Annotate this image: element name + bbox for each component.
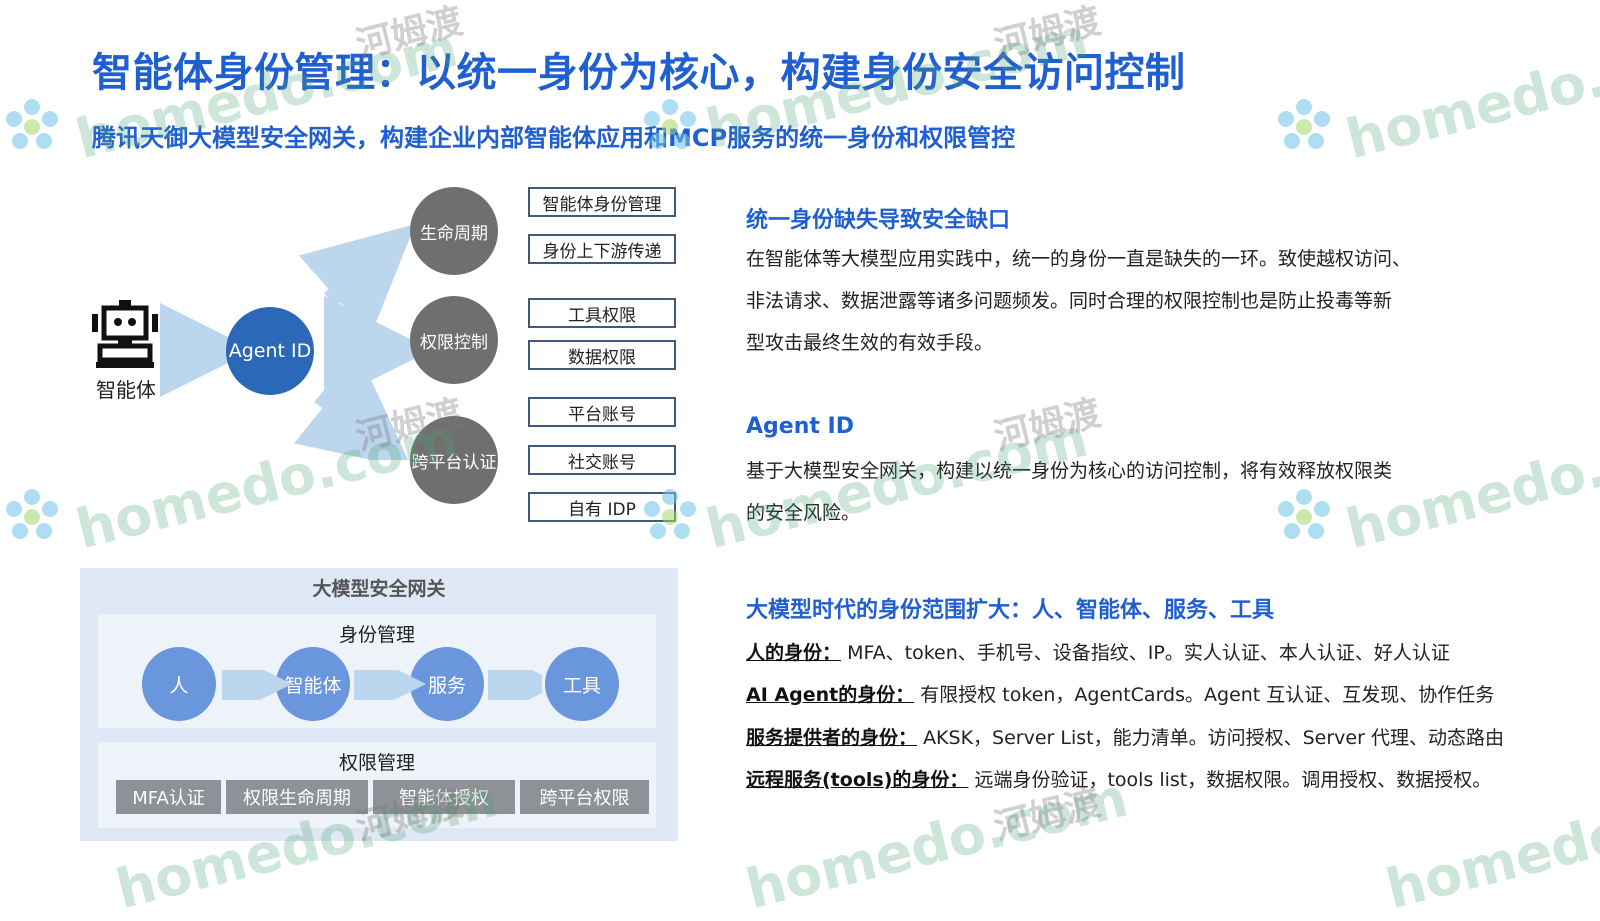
perm-cross-platform: 跨平台权限 (520, 780, 649, 814)
section-gap-body: 在智能体等大模型应用实践中，统一的身份一直是缺失的一环。致使越权访问、 非法请求… (746, 238, 1466, 364)
scope-label: 远程服务(tools)的身份： (746, 769, 969, 791)
scope-item-agent: AI Agent的身份： 有限授权 token，AgentCards。Agent… (746, 680, 1494, 707)
watermark-brand: homedo.com (1340, 15, 1600, 172)
scope-item-tools: 远程服务(tools)的身份： 远端身份验证，tools list，数据权限。调… (746, 765, 1491, 792)
gap-line: 在智能体等大模型应用实践中，统一的身份一直是缺失的一环。致使越权访问、 (746, 248, 1412, 270)
page-title: 智能体身份管理：以统一身份为核心，构建身份安全访问控制 (92, 50, 1186, 96)
scope-label: AI Agent的身份： (746, 684, 915, 706)
identity-arrows (222, 670, 542, 700)
agent-id-node: Agent ID (226, 307, 314, 395)
flower-logo-icon (6, 99, 58, 149)
gap-line: 型攻击最终生效的有效手段。 (746, 332, 994, 354)
identity-person: 人 (142, 647, 216, 721)
flower-logo-icon (1278, 99, 1330, 149)
watermark-cn: 河姆渡 (990, 392, 1105, 459)
perm-lifecycle: 权限生命周期 (226, 780, 368, 814)
robot-icon (88, 300, 162, 374)
lifecycle-node: 生命周期 (410, 187, 498, 275)
agentid-line: 基于大模型安全网关，构建以统一身份为核心的访问控制，将有效释放权限类 (746, 460, 1393, 482)
agent-label: 智能体 (96, 378, 156, 402)
agentid-line: 的安全风险。 (746, 502, 861, 524)
scope-label: 服务提供者的身份： (746, 727, 918, 749)
page-subtitle: 腾讯天御大模型安全网关，构建企业内部智能体应用和MCP服务的统一身份和权限管控 (92, 124, 1016, 152)
gap-line: 非法请求、数据泄露等诸多问题频发。同时合理的权限控制也是防止投毒等新 (746, 290, 1393, 312)
section-scope-heading: 大模型时代的身份范围扩大：人、智能体、服务、工具 (746, 598, 1275, 623)
scope-item-human: 人的身份： MFA、token、手机号、设备指纹、IP。实人认证、本人认证、好人… (746, 638, 1450, 665)
permission-node: 权限控制 (410, 296, 498, 384)
scope-text: MFA、token、手机号、设备指纹、IP。实人认证、本人认证、好人认证 (847, 642, 1450, 664)
box-cross-2: 社交账号 (528, 445, 676, 475)
scope-label: 人的身份： (746, 642, 842, 664)
arrow-id-to-cross (294, 359, 413, 460)
permission-title: 权限管理 (338, 752, 415, 774)
perm-mfa: MFA认证 (116, 780, 221, 814)
identity-tool: 工具 (545, 647, 619, 721)
section-agentid-heading: Agent ID (746, 414, 854, 439)
cross-platform-node: 跨平台认证 (410, 416, 498, 504)
flower-logo-icon (6, 489, 58, 539)
box-lifecycle-2: 身份上下游传递 (528, 234, 676, 264)
perm-agent-auth: 智能体授权 (373, 780, 515, 814)
box-permission-2: 数据权限 (528, 340, 676, 370)
section-gap-heading: 统一身份缺失导致安全缺口 (746, 208, 1011, 233)
box-permission-1: 工具权限 (528, 298, 676, 328)
scope-text: 远端身份验证，tools list，数据权限。调用授权、数据授权。 (974, 769, 1492, 791)
scope-text: 有限授权 token，AgentCards。Agent 互认证、互发现、协作任务 (920, 684, 1495, 706)
scope-text: AKSK，Server List，能力清单。访问授权、Server 代理、动态路… (923, 727, 1504, 749)
section-agentid-body: 基于大模型安全网关，构建以统一身份为核心的访问控制，将有效释放权限类 的安全风险… (746, 450, 1466, 534)
arrow-id-to-lifecycle (298, 224, 416, 337)
gateway-title: 大模型安全网关 (312, 578, 446, 600)
scope-item-service: 服务提供者的身份： AKSK，Server List，能力清单。访问授权、Ser… (746, 723, 1504, 750)
box-cross-3: 自有 IDP (528, 492, 676, 522)
box-lifecycle-1: 智能体身份管理 (528, 187, 676, 217)
box-cross-1: 平台账号 (528, 397, 676, 427)
identity-title: 身份管理 (338, 624, 415, 646)
